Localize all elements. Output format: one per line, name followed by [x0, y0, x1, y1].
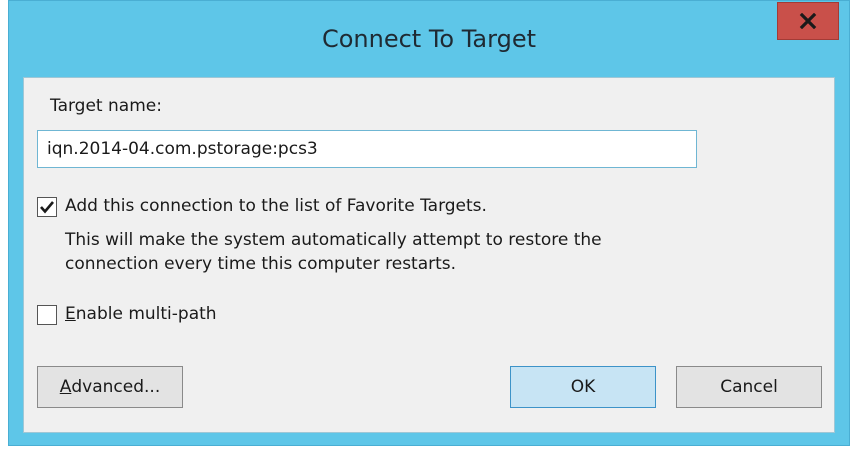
favorite-targets-label: Add this connection to the list of Favor… — [65, 196, 487, 216]
favorite-targets-description: This will make the system automatically … — [65, 228, 765, 276]
target-name-label: Target name: — [50, 96, 162, 116]
multipath-checkbox[interactable] — [37, 305, 57, 325]
dialog-body: Target name: Add this connection to the … — [23, 77, 835, 433]
close-button[interactable] — [777, 2, 839, 40]
dialog-title: Connect To Target — [321, 25, 536, 53]
multipath-option[interactable]: Enable multi-path — [37, 304, 217, 325]
favorite-targets-option[interactable]: Add this connection to the list of Favor… — [37, 196, 487, 217]
ok-button[interactable]: OK — [510, 366, 656, 408]
description-line: connection every time this computer rest… — [65, 254, 457, 274]
connect-to-target-dialog: Connect To Target Target name: Add this … — [8, 0, 850, 446]
favorite-targets-checkbox[interactable] — [37, 197, 57, 217]
cancel-button[interactable]: Cancel — [676, 366, 822, 408]
title-bar[interactable]: Connect To Target — [9, 1, 849, 77]
multipath-label: Enable multi-path — [65, 304, 217, 324]
description-line: This will make the system automatically … — [65, 230, 602, 250]
close-icon — [799, 13, 817, 29]
advanced-button[interactable]: Advanced... — [37, 366, 183, 408]
target-name-input[interactable] — [37, 130, 697, 168]
checkmark-icon — [40, 201, 54, 214]
